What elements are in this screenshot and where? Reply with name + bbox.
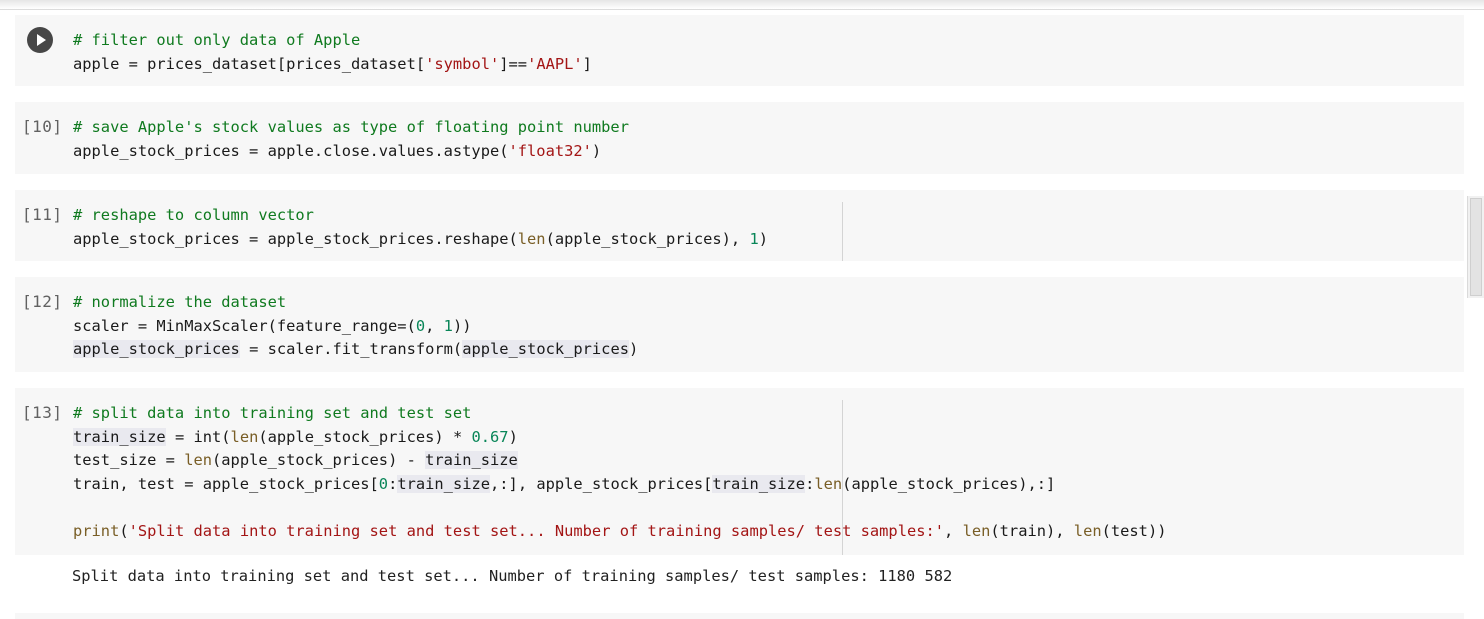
editor-scrollbar[interactable] (1467, 196, 1484, 298)
code-token: train_size (712, 474, 806, 493)
code-token: 0 (378, 474, 389, 493)
code-line[interactable]: # save Apple's stock values as type of f… (73, 118, 629, 136)
editor-ruler (842, 202, 843, 261)
code-cell-11[interactable]: [11] # reshape to column vector apple_st… (15, 190, 1464, 261)
code-token: len (184, 451, 213, 470)
code-token: len (962, 521, 991, 540)
code-token: # split data into training set and test … (73, 404, 472, 422)
code-token: = int( (165, 427, 231, 446)
code-token: )) (452, 316, 472, 335)
code-line[interactable]: print('Split data into training set and … (73, 522, 1166, 540)
code-token: train, test = apple_stock_prices[ (73, 474, 379, 493)
code-token: (apple_stock_prices) - (212, 451, 426, 470)
code-line[interactable]: apple_stock_prices = apple.close.values.… (73, 142, 601, 160)
code-line[interactable]: # reshape to column vector (73, 206, 314, 224)
code-token: # reshape to column vector (73, 206, 314, 224)
code-line[interactable]: # filter out only data of Apple (73, 31, 360, 49)
code-token: scaler = MinMaxScaler(feature_range=( (73, 316, 416, 335)
cell-code[interactable]: # normalize the dataset scaler = MinMaxS… (73, 291, 638, 362)
code-token: 0.67 (471, 427, 509, 446)
code-token: ) (628, 340, 639, 359)
cell-code[interactable]: # filter out only data of Apple apple = … (73, 29, 592, 76)
scrollbar-thumb[interactable] (1470, 198, 1482, 296)
code-token: print (73, 521, 120, 540)
editor-ruler (842, 400, 843, 555)
cell-execution-count: [12] (22, 292, 63, 311)
code-cell-10[interactable]: [10] # save Apple's stock values as type… (15, 102, 1464, 174)
code-token: apple_stock_prices = apple_stock_prices.… (73, 229, 518, 248)
code-token: (apple_stock_prices),:] (842, 474, 1056, 493)
code-line[interactable]: train, test = apple_stock_prices[0:train… (73, 474, 1056, 493)
code-token: ) (508, 427, 518, 446)
code-token: ]== (499, 54, 528, 73)
cell-execution-count: [13] (22, 403, 63, 422)
code-token: # filter out only data of Apple (73, 31, 361, 49)
code-token: # normalize the dataset (73, 293, 287, 311)
code-cell-filter-apple[interactable]: # filter out only data of Apple apple = … (15, 15, 1464, 86)
code-token: ( (119, 521, 129, 540)
code-token: apple_stock_prices (462, 340, 629, 359)
code-token: 1 (749, 229, 759, 248)
code-token: train_size (397, 474, 491, 493)
code-token: ] (582, 54, 592, 73)
code-cell-next[interactable] (15, 613, 1464, 619)
cell-code[interactable]: # reshape to column vector apple_stock_p… (73, 204, 768, 251)
code-line[interactable]: train_size = int(len(apple_stock_prices)… (73, 427, 518, 446)
code-token: 'float32' (508, 141, 592, 160)
code-token: apple_stock_prices = apple.close.values.… (73, 141, 509, 160)
code-token: apple = prices_dataset[prices_dataset[ (73, 54, 426, 73)
code-line[interactable]: apple_stock_prices = apple_stock_prices.… (73, 230, 768, 248)
code-token: len (814, 474, 843, 493)
code-token: (train), (990, 521, 1074, 540)
code-token: len (230, 427, 259, 446)
code-token: 'Split data into training set and test s… (128, 521, 945, 540)
code-token: 'symbol' (425, 54, 500, 73)
code-cell-12[interactable]: [12] # normalize the dataset scaler = Mi… (15, 277, 1464, 372)
code-token: ,:], apple_stock_prices[ (490, 474, 713, 493)
code-token: apple_stock_prices (73, 340, 240, 359)
code-token: (apple_stock_prices) * (258, 427, 472, 446)
code-line[interactable]: # normalize the dataset (73, 293, 286, 311)
code-token: = scaler.fit_transform( (239, 340, 463, 359)
code-token: ) (758, 229, 768, 248)
cell-code[interactable]: # split data into training set and test … (73, 402, 1166, 544)
code-token: len (1073, 521, 1102, 540)
code-token: train_size (73, 427, 166, 446)
code-token: 1 (443, 316, 453, 335)
code-line[interactable]: apple_stock_prices = scaler.fit_transfor… (73, 340, 639, 359)
code-token: 0 (415, 316, 426, 335)
code-token: : (805, 474, 815, 493)
code-line[interactable]: # split data into training set and test … (73, 404, 471, 422)
code-token: 'AAPL' (527, 54, 583, 73)
code-token: (apple_stock_prices), (545, 229, 750, 248)
run-cell-button[interactable] (27, 27, 53, 53)
code-token: ) (591, 141, 602, 160)
cell-output-text: Split data into training set and test se… (72, 567, 953, 585)
code-token: , (944, 521, 963, 540)
code-token: (test)) (1101, 521, 1167, 540)
code-token: train_size (425, 451, 518, 470)
code-line[interactable]: apple = prices_dataset[prices_dataset['s… (73, 55, 592, 73)
cell-code[interactable]: # save Apple's stock values as type of f… (73, 116, 629, 163)
code-token: test_size = (73, 451, 185, 470)
code-line[interactable]: test_size = len(apple_stock_prices) - tr… (73, 451, 518, 470)
code-token: # save Apple's stock values as type of f… (73, 118, 629, 136)
notebook-toolbar-shadow (0, 0, 1484, 10)
cell-execution-count: [11] (22, 205, 63, 224)
code-cell-13[interactable]: [13] # split data into training set and … (15, 388, 1464, 555)
code-token: len (517, 229, 546, 248)
code-token: : (388, 474, 398, 493)
cell-execution-count: [10] (22, 117, 63, 136)
code-token: , (425, 316, 444, 335)
code-line[interactable]: scaler = MinMaxScaler(feature_range=(0, … (73, 317, 472, 335)
